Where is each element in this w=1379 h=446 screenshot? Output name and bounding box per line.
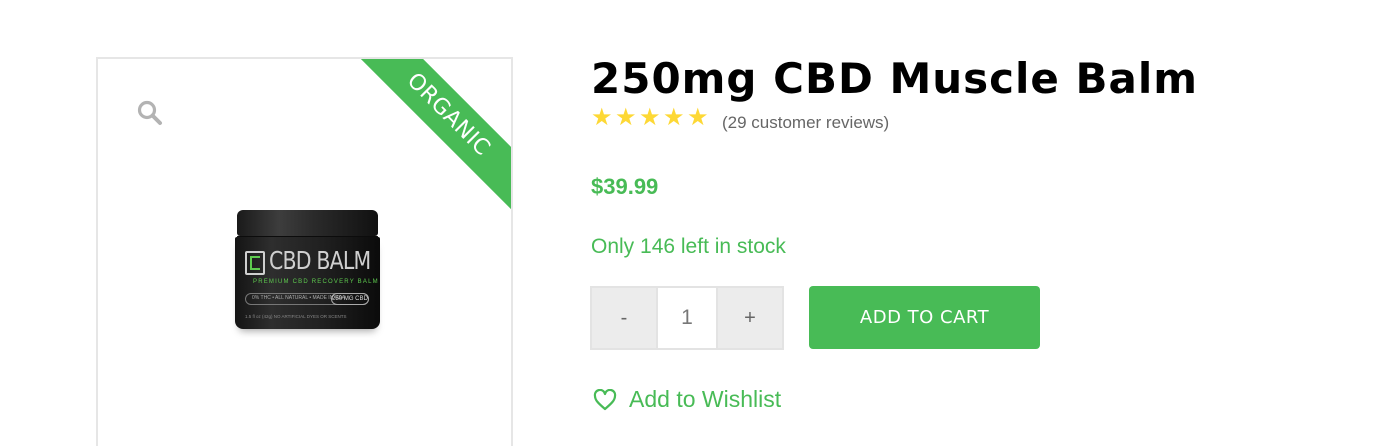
quantity-increase-button[interactable]: + [718, 288, 782, 348]
jar-lid [237, 210, 378, 239]
add-to-cart-button[interactable]: ADD TO CART [809, 286, 1040, 349]
jar-body: CBD BALM PREMIUM CBD RECOVERY BALM 0% TH… [235, 237, 380, 329]
brand-logo-icon [245, 251, 265, 275]
product-page: ORGANIC CBD BALM PREMIUM CBD RECOVERY BA… [0, 0, 1379, 446]
wishlist-label: Add to Wishlist [629, 386, 782, 412]
star-rating: ★ ★ ★ ★ ★ [591, 103, 710, 131]
quantity-stepper: - + [590, 286, 784, 350]
star-icon: ★ [663, 103, 685, 131]
customer-reviews-link[interactable]: (29 customer reviews) [722, 113, 889, 133]
magnifier-icon[interactable] [136, 99, 164, 127]
star-icon: ★ [615, 103, 637, 131]
jar-title: CBD BALM [269, 246, 371, 275]
jar-subtitle: PREMIUM CBD RECOVERY BALM [253, 279, 379, 285]
organic-ribbon: ORGANIC [351, 59, 511, 219]
product-price: $39.99 [591, 174, 659, 199]
stock-status: Only 146 left in stock [591, 235, 786, 258]
quantity-input[interactable] [656, 288, 718, 348]
product-title: 250mg CBD Muscle Balm [591, 54, 1199, 103]
product-image[interactable]: CBD BALM PREMIUM CBD RECOVERY BALM 0% TH… [235, 207, 380, 329]
star-icon: ★ [687, 103, 709, 131]
organic-ribbon-label: ORGANIC [351, 59, 511, 219]
jar-footer: 1.5 fl oz (42g) NO ARTIFICIAL DYES OR SC… [245, 314, 347, 319]
quantity-decrease-button[interactable]: - [592, 288, 656, 348]
heart-icon [593, 388, 617, 410]
star-icon: ★ [639, 103, 661, 131]
add-to-wishlist-link[interactable]: Add to Wishlist [593, 386, 781, 413]
jar-strength: 250 MG CBD [331, 293, 369, 305]
star-icon: ★ [591, 103, 613, 131]
product-gallery: ORGANIC CBD BALM PREMIUM CBD RECOVERY BA… [96, 57, 513, 446]
